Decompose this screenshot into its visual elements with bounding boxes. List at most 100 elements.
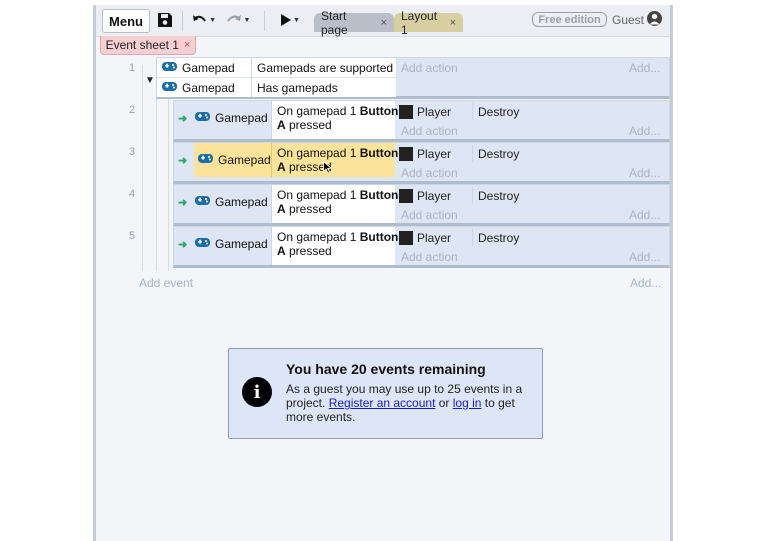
condition-text: Gamepads are supported xyxy=(257,60,394,75)
add-action-link[interactable]: Add action xyxy=(401,166,458,180)
main-toolbar: Menu ▼ ▼ ▼ Start page × Layout 1 × Free … xyxy=(96,5,670,37)
close-icon[interactable]: × xyxy=(450,17,456,29)
condition-object[interactable]: Gamepad xyxy=(194,143,271,177)
condition[interactable]: Gamepad Gamepads are supported xyxy=(157,58,396,78)
add-more-link[interactable]: Add... xyxy=(629,124,660,138)
condition-text-bold: A xyxy=(277,118,286,132)
add-event-link[interactable]: Add event xyxy=(139,276,193,290)
gamepad-icon xyxy=(161,81,178,95)
action-text[interactable]: Destroy xyxy=(478,231,519,245)
tab-layout-1[interactable]: Layout 1 × xyxy=(394,9,463,37)
condition-text-bold: Button xyxy=(359,230,399,244)
guest-limit-notice: i You have 20 events remaining As a gues… xyxy=(228,348,543,439)
action-divider xyxy=(472,187,473,204)
login-link[interactable]: log in xyxy=(453,396,482,410)
add-more-link[interactable]: Add... xyxy=(629,61,660,75)
indent-guide xyxy=(142,65,143,271)
condition[interactable]: Gamepad Has gamepads xyxy=(157,78,396,97)
close-icon[interactable]: × xyxy=(381,17,387,29)
menu-button[interactable]: Menu xyxy=(102,9,150,33)
close-icon[interactable]: × xyxy=(184,39,190,51)
action-row[interactable]: Player xyxy=(399,230,451,246)
add-action-link[interactable]: Add action xyxy=(401,250,458,264)
condition-object-name: Gamepad xyxy=(215,195,268,209)
action-row[interactable]: Player xyxy=(399,104,451,120)
tab-label: Event sheet 1 xyxy=(105,38,179,52)
condition-text: pressed xyxy=(285,118,332,132)
add-more-link[interactable]: Add... xyxy=(629,208,660,222)
event-number: 2 xyxy=(129,104,136,116)
tab-label: Start page xyxy=(321,8,348,37)
toolbar-divider xyxy=(182,11,183,31)
condition-text: On gamepad 1 xyxy=(277,230,360,244)
condition-text: On gamepad 1 xyxy=(277,146,360,160)
chevron-down-icon[interactable]: ▼ xyxy=(209,17,216,24)
tab-label: Layout 1 xyxy=(401,8,438,37)
mouse-cursor-icon xyxy=(323,160,332,177)
action-text[interactable]: Destroy xyxy=(478,105,519,119)
condition-object-name: Gamepad xyxy=(182,60,235,75)
condition-text: On gamepad 1 xyxy=(277,188,360,202)
condition-object[interactable]: Gamepad xyxy=(194,105,272,131)
gamepad-icon xyxy=(197,153,214,167)
gamepad-icon xyxy=(194,237,211,251)
indent-guide xyxy=(156,99,157,271)
chevron-down-icon[interactable]: ▼ xyxy=(244,17,251,24)
collapse-toggle-icon[interactable]: ▼ xyxy=(145,75,155,86)
action-row[interactable]: Player xyxy=(399,188,451,204)
register-link[interactable]: Register an account xyxy=(329,396,436,410)
event-number: 5 xyxy=(129,230,136,242)
condition-text: Has gamepads xyxy=(257,80,338,95)
add-more-link[interactable]: Add... xyxy=(629,250,660,264)
user-avatar-icon[interactable] xyxy=(647,11,662,26)
event-row[interactable]: ➜ Gamepad On gamepad 1 Button A pressed … xyxy=(173,184,670,226)
add-more-link[interactable]: Add... xyxy=(630,276,661,290)
condition-object[interactable]: Gamepad xyxy=(194,189,272,215)
gamepad-icon xyxy=(161,61,178,75)
free-edition-badge[interactable]: Free edition xyxy=(532,12,607,27)
event-row[interactable]: ➜ Gamepad On gamepad 1 Button A pressed … xyxy=(173,142,670,184)
save-icon[interactable] xyxy=(156,11,174,29)
action-divider xyxy=(472,103,473,120)
player-sprite-icon xyxy=(399,105,413,119)
tab-start-page[interactable]: Start page × xyxy=(314,9,394,37)
event-number: 3 xyxy=(129,146,136,158)
chevron-down-icon[interactable]: ▼ xyxy=(293,17,300,24)
condition-text-box[interactable]: On gamepad 1 Button A pressed xyxy=(271,101,398,139)
event-row[interactable]: Gamepad Gamepads are supported Gamepad H… xyxy=(156,57,670,99)
action-row[interactable]: Player xyxy=(399,146,451,162)
action-text[interactable]: Destroy xyxy=(478,189,519,203)
add-action-link[interactable]: Add action xyxy=(401,124,458,138)
add-more-link[interactable]: Add... xyxy=(629,166,660,180)
undo-icon[interactable]: ▼ xyxy=(192,12,216,28)
condition-object-name: Gamepad xyxy=(218,153,271,167)
condition-object-name: Gamepad xyxy=(182,80,235,95)
condition-text-bold: Button xyxy=(359,188,399,202)
user-name[interactable]: Guest xyxy=(612,13,644,27)
add-action-link[interactable]: Add action xyxy=(401,208,458,222)
action-text[interactable]: Destroy xyxy=(478,147,519,161)
redo-icon[interactable]: ▼ xyxy=(224,12,252,28)
event-number: 4 xyxy=(129,188,136,200)
trigger-arrow-icon: ➜ xyxy=(178,155,188,167)
event-row[interactable]: ➜ Gamepad On gamepad 1 Button A pressed … xyxy=(173,100,670,142)
player-sprite-icon xyxy=(399,147,413,161)
condition-text-box[interactable]: On gamepad 1 Button A pressed xyxy=(271,185,398,223)
action-divider xyxy=(472,229,473,246)
condition-text-box[interactable]: On gamepad 1 Button A pressed xyxy=(271,143,398,177)
event-row[interactable]: ➜ Gamepad On gamepad 1 Button A pressed … xyxy=(173,226,670,268)
action-object: Player xyxy=(417,105,452,119)
condition-object[interactable]: Gamepad xyxy=(194,231,272,257)
condition-text: pressed xyxy=(285,202,332,216)
condition-text-bold: A xyxy=(277,202,286,216)
tab-event-sheet-1[interactable]: Event sheet 1 × xyxy=(100,36,196,55)
condition-object-name: Gamepad xyxy=(215,237,268,251)
notice-body: As a guest you may use up to 25 events i… xyxy=(286,382,531,424)
notice-text: or xyxy=(435,396,453,410)
add-action-link[interactable]: Add action xyxy=(401,61,458,75)
trigger-arrow-icon: ➜ xyxy=(178,239,188,251)
action-divider xyxy=(472,145,473,162)
player-sprite-icon xyxy=(399,189,413,203)
play-icon[interactable]: ▼ xyxy=(276,12,304,28)
condition-text-box[interactable]: On gamepad 1 Button A pressed xyxy=(271,227,398,265)
